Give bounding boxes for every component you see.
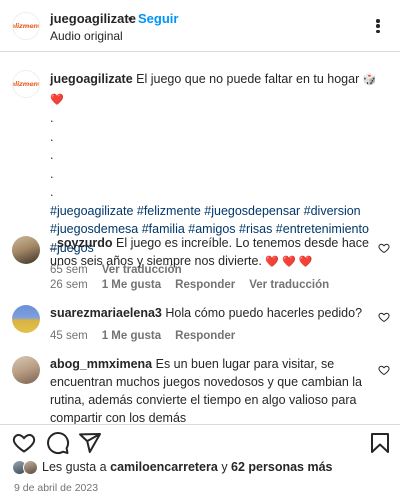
comment-username[interactable]: suarezmariaelena3: [50, 306, 162, 320]
comment-translate-link[interactable]: Ver traducción: [249, 279, 329, 291]
comment-avatar[interactable]: [12, 356, 40, 384]
post-date[interactable]: 9 de abril de 2023: [14, 482, 98, 494]
comment-item: _soyzurdo El juego es increíble. Lo tene…: [50, 234, 375, 294]
caption-dot: .: [50, 129, 54, 144]
post-header: Felizmente juegoagilizate • Seguir Audio…: [0, 0, 400, 52]
comment-text: Hola cómo puedo hacerles pedido?: [165, 306, 363, 320]
likes-conjunction: y: [221, 460, 228, 474]
more-options-icon[interactable]: [370, 16, 386, 36]
likes-user-link[interactable]: camiloencarretera: [110, 460, 218, 474]
comment-like-heart-icon[interactable]: [378, 364, 390, 376]
caption-dot: .: [50, 185, 54, 199]
comment-bubble-icon[interactable]: [46, 431, 70, 455]
caption-dot: .: [50, 148, 54, 162]
header-username[interactable]: juegoagilizate: [50, 11, 136, 26]
likes-others-link[interactable]: 62 personas más: [231, 460, 332, 474]
caption-dot: .: [50, 166, 54, 181]
comment-likes[interactable]: 1 Me gusta: [102, 279, 161, 291]
comment-item: abog_mmximena Es un buen lugar para visi…: [50, 355, 375, 427]
comment-avatar[interactable]: [12, 305, 40, 333]
like-heart-icon[interactable]: [12, 431, 36, 455]
comment-item: suarezmariaelena3 Hola cómo puedo hacerl…: [50, 304, 375, 345]
caption-brand-logo: Felizmente: [13, 80, 39, 88]
follow-button[interactable]: Seguir: [138, 11, 178, 26]
post-actions-bar: [0, 424, 400, 455]
comment-reply-button[interactable]: Responder: [175, 330, 235, 342]
audio-link[interactable]: Audio original: [50, 29, 123, 43]
liker-avatar[interactable]: [23, 460, 38, 475]
profile-avatar[interactable]: Felizmente: [12, 12, 40, 40]
caption-text: El juego que no puede faltar en tu hogar: [136, 72, 360, 86]
caption-dot: .: [50, 111, 54, 125]
comment-time[interactable]: 26 sem: [50, 279, 88, 291]
brand-logo: Felizmente: [13, 22, 39, 30]
comment-reply-button[interactable]: Responder: [175, 279, 235, 291]
comment-meta: 26 sem 1 Me gusta Responder Ver traducción: [50, 276, 375, 294]
likes-summary: Les gusta a camiloencarretera y 62 perso…: [42, 460, 333, 474]
comment-username[interactable]: abog_mmximena: [50, 357, 152, 371]
comment-username[interactable]: _soyzurdo: [50, 236, 113, 250]
comment-like-heart-icon[interactable]: [378, 242, 390, 254]
comment-like-heart-icon[interactable]: [378, 311, 390, 323]
share-send-icon[interactable]: [78, 431, 102, 455]
save-bookmark-icon[interactable]: [368, 431, 392, 455]
comment-meta: 45 sem 1 Me gusta Responder: [50, 327, 375, 345]
comment-time[interactable]: 45 sem: [50, 330, 88, 342]
likes-prefix: Les gusta a: [42, 460, 107, 474]
comment-likes[interactable]: 1 Me gusta: [102, 330, 161, 342]
caption-username[interactable]: juegoagilizate: [50, 72, 133, 86]
comment-hearts: ❤️ ❤️ ❤️: [265, 256, 313, 268]
header-separator: •: [128, 11, 133, 26]
caption-avatar[interactable]: Felizmente: [12, 70, 40, 98]
comment-avatar[interactable]: [12, 236, 40, 264]
